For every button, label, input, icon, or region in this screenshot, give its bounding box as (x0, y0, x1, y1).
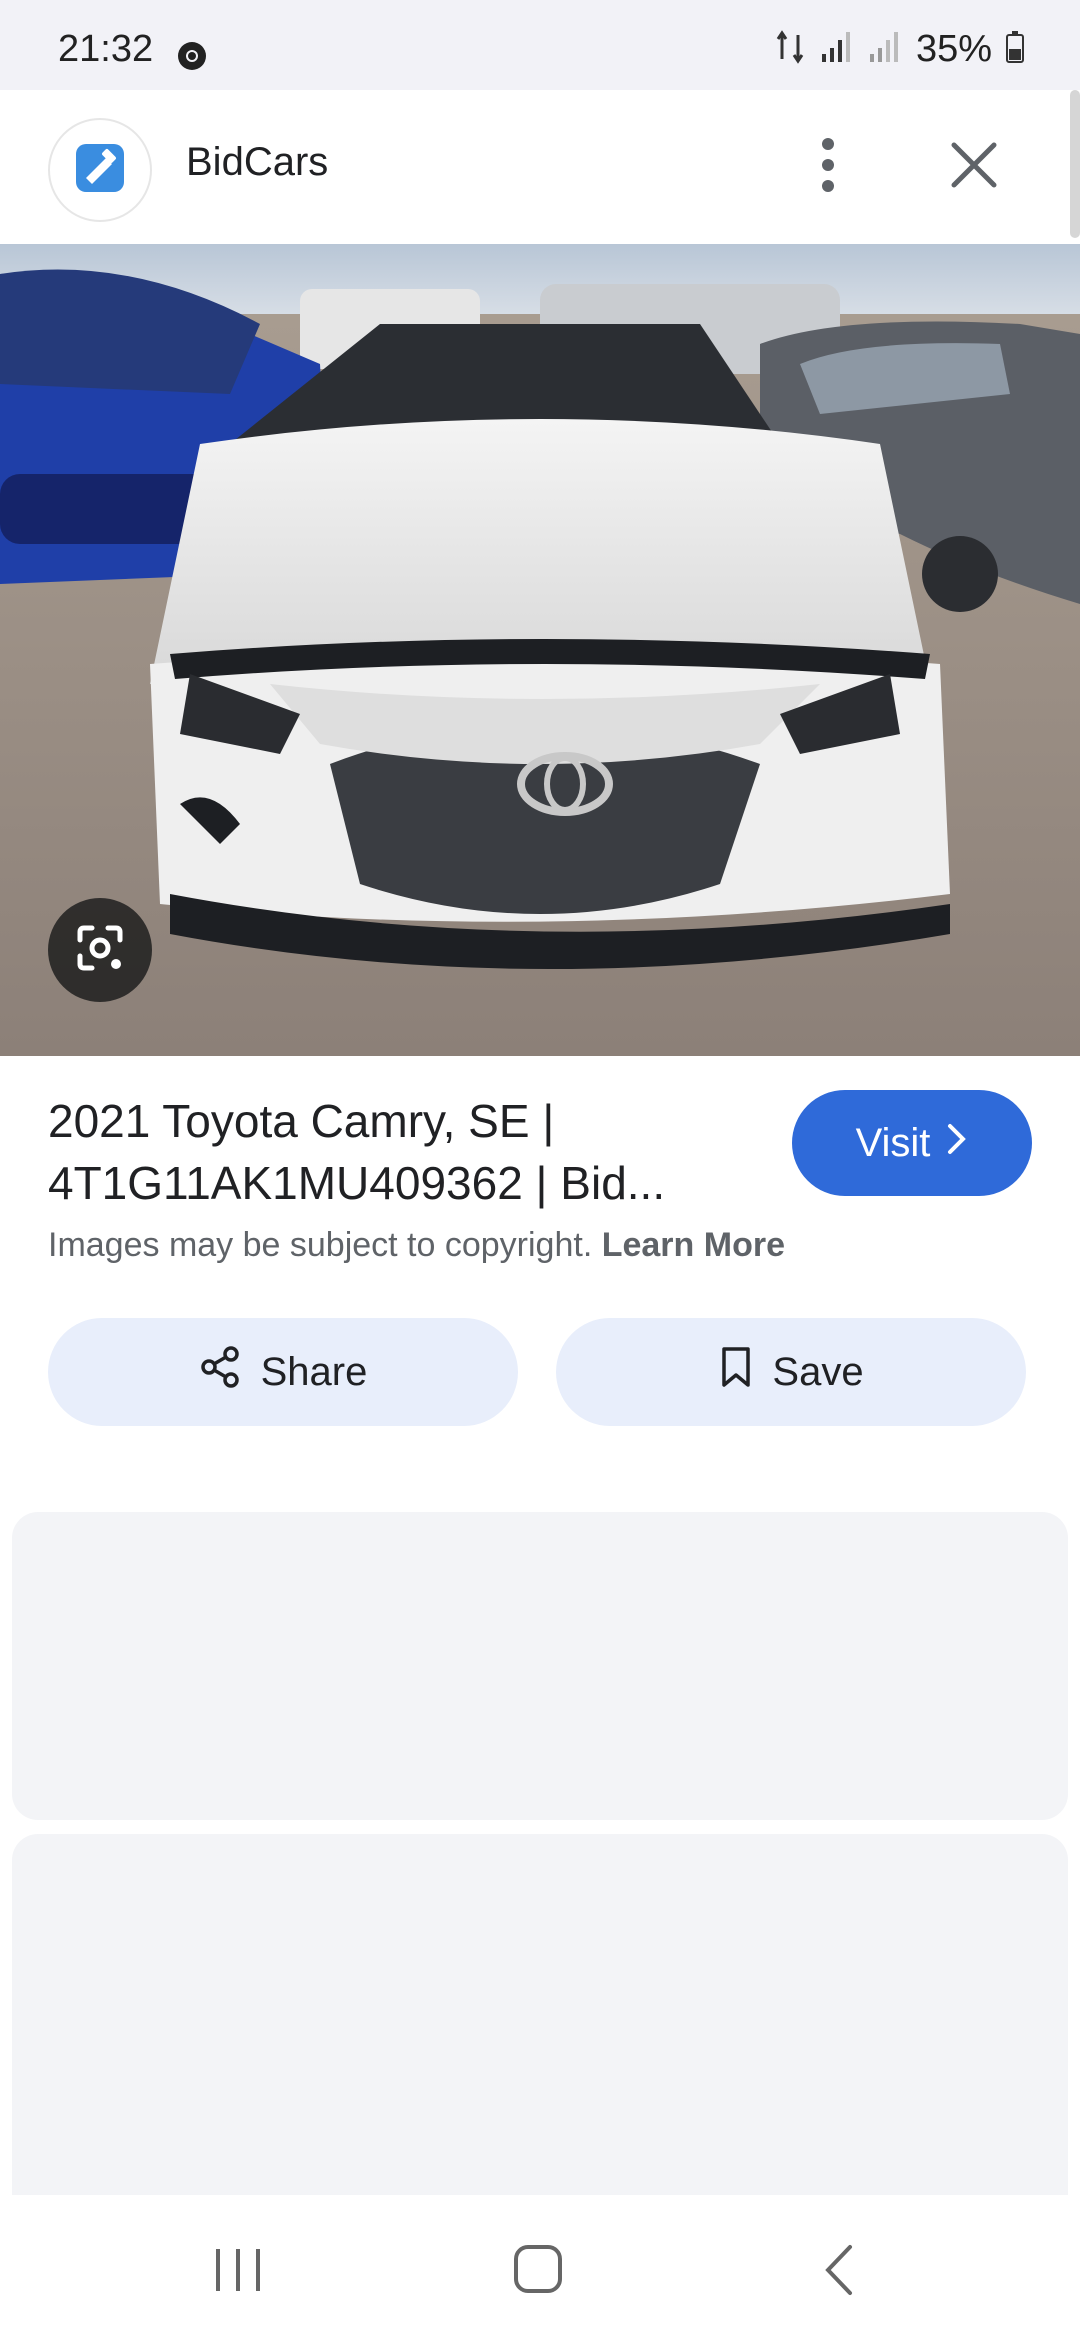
battery-percent: 35% (915, 28, 992, 70)
title-line-1: 2021 Toyota Camry, SE | (48, 1095, 555, 1147)
share-icon (199, 1345, 243, 1399)
related-card-2[interactable] (12, 1834, 1068, 2195)
title-line-2: 4T1G11AK1MU409362 | Bid... (48, 1157, 666, 1209)
chrome-icon (176, 40, 208, 77)
bidcars-logo-icon (72, 140, 128, 201)
visit-label: Visit (855, 1120, 931, 1165)
home-icon[interactable] (508, 2243, 568, 2302)
save-label: Save (772, 1349, 864, 1394)
site-name[interactable]: BidCars (186, 140, 328, 185)
bookmark-icon (718, 1345, 754, 1399)
result-title[interactable]: 2021 Toyota Camry, SE | 4T1G11AK1MU40936… (48, 1090, 768, 1214)
site-logo[interactable] (48, 118, 152, 222)
save-button[interactable]: Save (556, 1318, 1026, 1426)
visit-button[interactable]: Visit (792, 1090, 1032, 1196)
signal-icon-2 (868, 30, 902, 69)
signal-icon (820, 30, 854, 69)
back-icon[interactable] (818, 2243, 862, 2302)
share-label: Share (260, 1349, 368, 1394)
close-button[interactable] (944, 130, 1004, 200)
data-signal-icon (776, 29, 806, 70)
result-image[interactable] (0, 244, 1080, 1056)
scrollbar[interactable] (1070, 90, 1080, 238)
chevron-right-icon (946, 1121, 968, 1166)
copyright-note: Images may be subject to copyright. Lear… (48, 1226, 785, 1265)
source-header: BidCars (0, 90, 1080, 244)
recents-icon[interactable] (208, 2243, 268, 2302)
car-photo (0, 244, 1080, 1056)
related-card-1[interactable] (12, 1512, 1068, 1820)
more-options-button[interactable] (810, 130, 846, 200)
status-time: 21:32 (58, 28, 154, 70)
share-button[interactable]: Share (48, 1318, 518, 1426)
more-vert-icon (810, 138, 846, 204)
system-nav-bar (0, 2195, 1080, 2340)
lens-button[interactable] (48, 898, 152, 1002)
learn-more-link[interactable]: Learn More (602, 1226, 785, 1264)
close-icon (944, 142, 1004, 204)
copyright-text: Images may be subject to copyright. (48, 1226, 593, 1264)
lens-icon (72, 920, 128, 981)
status-bar: 21:32 35% (0, 0, 1080, 90)
image-detail-sheet: BidCars 2021 Toyota Camry, SE | 4T1G11AK… (0, 90, 1080, 2195)
battery-icon (1006, 31, 1024, 68)
